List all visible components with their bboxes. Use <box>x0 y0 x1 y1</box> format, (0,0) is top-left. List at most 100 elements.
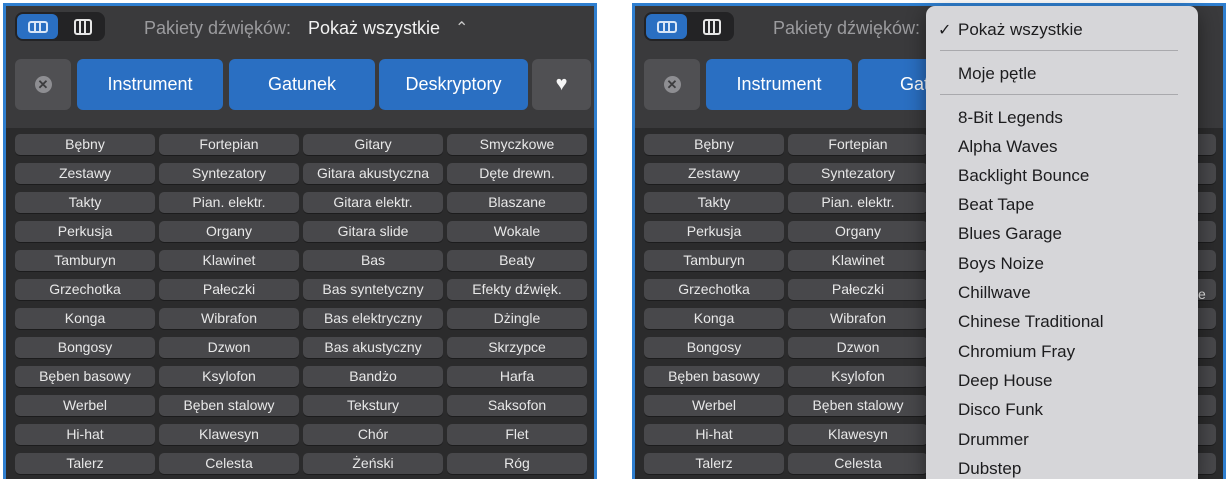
menu-item-pack[interactable]: Chromium Fray <box>958 342 1075 362</box>
keyword-button[interactable]: Wibrafon <box>788 308 928 329</box>
keyword-button[interactable]: Dęte drewn. <box>447 163 587 184</box>
instrument-button[interactable]: Instrument <box>706 59 852 110</box>
keyword-button[interactable]: Dzwon <box>159 337 299 358</box>
keyword-button[interactable]: Pian. elektr. <box>159 192 299 213</box>
keyword-button[interactable]: Organy <box>159 221 299 242</box>
keyword-button[interactable]: Takty <box>15 192 155 213</box>
reset-button[interactable]: ✕ <box>644 59 700 110</box>
keyword-button[interactable]: Werbel <box>15 395 155 416</box>
keyword-button[interactable]: Bębny <box>644 134 784 155</box>
keyword-button[interactable]: Bębny <box>15 134 155 155</box>
keyword-button[interactable]: Talerz <box>15 453 155 474</box>
keyword-button[interactable]: Bongosy <box>15 337 155 358</box>
menu-item-pack[interactable]: Blues Garage <box>958 224 1062 244</box>
menu-item-pack[interactable]: Boys Noize <box>958 254 1044 274</box>
column-view-button[interactable] <box>691 14 732 39</box>
button-view-button[interactable] <box>17 14 58 39</box>
keyword-button[interactable]: Fortepian <box>788 134 928 155</box>
menu-item-pack[interactable]: Alpha Waves <box>958 137 1058 157</box>
keyword-button[interactable]: Bęben basowy <box>15 366 155 387</box>
keyword-button[interactable]: Bęben stalowy <box>159 395 299 416</box>
descriptors-button[interactable]: Deskryptory <box>379 59 528 110</box>
keyword-button[interactable]: Konga <box>15 308 155 329</box>
keyword-button[interactable]: Bongosy <box>644 337 784 358</box>
keyword-button[interactable]: Organy <box>788 221 928 242</box>
keyword-button[interactable]: Tamburyn <box>15 250 155 271</box>
keyword-button[interactable]: Syntezatory <box>159 163 299 184</box>
keyword-button[interactable]: Bas syntetyczny <box>303 279 443 300</box>
keyword-button[interactable]: Harfa <box>447 366 587 387</box>
favorites-button[interactable]: ♥ <box>532 59 591 110</box>
keyword-button[interactable]: Klawinet <box>159 250 299 271</box>
keyword-button[interactable]: Klawesyn <box>159 424 299 445</box>
keyword-button[interactable]: Hi-hat <box>15 424 155 445</box>
keyword-button[interactable]: Bas elektryczny <box>303 308 443 329</box>
keyword-button[interactable]: Dzwon <box>788 337 928 358</box>
keyword-button[interactable]: Bandżo <box>303 366 443 387</box>
reset-button[interactable]: ✕ <box>15 59 71 110</box>
keyword-button[interactable]: Bas <box>303 250 443 271</box>
keyword-button[interactable]: Bęben stalowy <box>788 395 928 416</box>
keyword-button[interactable]: Pałeczki <box>159 279 299 300</box>
keyword-button[interactable]: Perkusja <box>15 221 155 242</box>
keyword-button[interactable]: Blaszane <box>447 192 587 213</box>
keyword-button[interactable]: Klawesyn <box>788 424 928 445</box>
keyword-button[interactable]: Skrzypce <box>447 337 587 358</box>
keyword-button[interactable]: Dżingle <box>447 308 587 329</box>
keyword-button[interactable]: Beaty <box>447 250 587 271</box>
keyword-button[interactable]: Talerz <box>644 453 784 474</box>
genre-button[interactable]: Gatunek <box>229 59 375 110</box>
keyword-button[interactable]: Klawinet <box>788 250 928 271</box>
keyword-button[interactable]: Gitara elektr. <box>303 192 443 213</box>
keyword-button[interactable]: Grzechotka <box>15 279 155 300</box>
keyword-button[interactable]: Pian. elektr. <box>788 192 928 213</box>
keyword-button[interactable]: Ksylofon <box>788 366 928 387</box>
keyword-button[interactable]: Konga <box>644 308 784 329</box>
keyword-button[interactable]: Wokale <box>447 221 587 242</box>
menu-item-pack[interactable]: Backlight Bounce <box>958 166 1089 186</box>
menu-item-pack[interactable]: Drummer <box>958 430 1029 450</box>
menu-item-show-all[interactable]: Pokaż wszystkie <box>958 20 1083 40</box>
keyword-button[interactable]: Celesta <box>788 453 928 474</box>
keyword-button[interactable]: Zestawy <box>15 163 155 184</box>
keyword-button[interactable]: Tamburyn <box>644 250 784 271</box>
menu-item-pack[interactable]: Dubstep <box>958 459 1021 479</box>
keyword-button[interactable]: Gitara slide <box>303 221 443 242</box>
menu-item-pack[interactable]: Chinese Traditional <box>958 312 1104 332</box>
keyword-button[interactable]: Ksylofon <box>159 366 299 387</box>
keyword-button[interactable]: Wibrafon <box>159 308 299 329</box>
column-view-button[interactable] <box>62 14 103 39</box>
keyword-button[interactable]: Celesta <box>159 453 299 474</box>
keyword-button[interactable]: Flet <box>447 424 587 445</box>
keyword-button[interactable]: Chór <box>303 424 443 445</box>
keyword-button[interactable]: Grzechotka <box>644 279 784 300</box>
button-view-button[interactable] <box>646 14 687 39</box>
keyword-button[interactable]: Takty <box>644 192 784 213</box>
menu-item-pack[interactable]: Chillwave <box>958 283 1031 303</box>
keyword-button[interactable]: Gitara akustyczna <box>303 163 443 184</box>
instrument-button[interactable]: Instrument <box>77 59 223 110</box>
keyword-button[interactable]: Bęben basowy <box>644 366 784 387</box>
sound-packs-popup[interactable]: Pokaż wszystkie <box>308 18 440 39</box>
keyword-button[interactable]: Fortepian <box>159 134 299 155</box>
keyword-button[interactable]: Zestawy <box>644 163 784 184</box>
menu-item-pack[interactable]: Beat Tape <box>958 195 1034 215</box>
keyword-button[interactable]: Bas akustyczny <box>303 337 443 358</box>
keyword-button[interactable]: Róg <box>447 453 587 474</box>
keyword-button[interactable]: Efekty dźwięk. <box>447 279 587 300</box>
keyword-button[interactable]: Perkusja <box>644 221 784 242</box>
menu-item-my-loops[interactable]: Moje pętle <box>958 64 1036 84</box>
keyword-button[interactable]: Saksofon <box>447 395 587 416</box>
menu-item-pack[interactable]: Deep House <box>958 371 1053 391</box>
menu-item-pack[interactable]: 8-Bit Legends <box>958 108 1063 128</box>
keyword-button[interactable]: Werbel <box>644 395 784 416</box>
keyword-button[interactable]: Syntezatory <box>788 163 928 184</box>
updown-chevron-icon[interactable]: ⌃ <box>455 18 468 38</box>
keyword-button[interactable]: Smyczkowe <box>447 134 587 155</box>
keyword-button[interactable]: Pałeczki <box>788 279 928 300</box>
keyword-button[interactable]: Gitary <box>303 134 443 155</box>
keyword-button[interactable]: Żeński <box>303 453 443 474</box>
keyword-button[interactable]: Hi-hat <box>644 424 784 445</box>
menu-item-pack[interactable]: Disco Funk <box>958 400 1043 420</box>
keyword-button[interactable]: Tekstury <box>303 395 443 416</box>
